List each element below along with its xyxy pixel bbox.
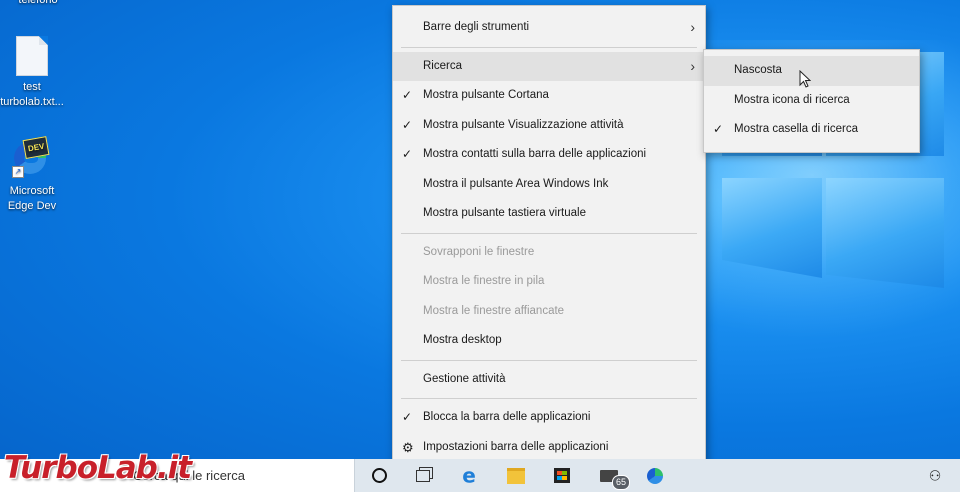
checkmark-icon: ✓: [402, 117, 413, 132]
desktop-icon-label: Microsoft Edge Dev: [7, 185, 57, 212]
desktop-icon-label: test turbolab.txt...: [0, 81, 64, 108]
desktop-icon-test-file[interactable]: test turbolab.txt...: [0, 36, 70, 110]
menu-item-show-cortana[interactable]: ✓ Mostra pulsante Cortana: [393, 81, 705, 111]
menu-separator: [401, 232, 697, 234]
watermark-part-lab: Lab: [97, 450, 158, 486]
menu-item-label: Ricerca: [423, 59, 462, 72]
mouse-cursor-icon: [799, 70, 811, 88]
menu-item-label: Mostra pulsante Cortana: [423, 89, 549, 101]
menu-item-show-people[interactable]: ✓ Mostra contatti sulla barra delle appl…: [393, 140, 705, 170]
menu-item-taskbar-settings[interactable]: ⚙ Impostazioni barra delle applicazioni: [393, 433, 705, 463]
text-file-icon: [16, 36, 48, 76]
desktop-icon-label: telefono: [18, 0, 58, 6]
submenu-item-show-search-box[interactable]: ✓ Mostra casella di ricerca: [704, 115, 919, 145]
menu-item-show-windows-ink[interactable]: Mostra il pulsante Area Windows Ink: [393, 170, 705, 200]
menu-item-label: Mostra pulsante Visualizzazione attività: [423, 118, 624, 131]
watermark-part-it: .it: [156, 450, 192, 486]
menu-item-label: Mostra casella di ricerca: [734, 123, 858, 135]
edge-dev-icon: DEV ↗: [12, 136, 52, 178]
desktop-icon-edge-dev[interactable]: DEV ↗ Microsoft Edge Dev: [0, 136, 70, 214]
menu-item-label: Impostazioni barra delle applicazioni: [423, 440, 609, 453]
search-submenu: Nascosta Mostra icona di ricerca ✓ Mostr…: [703, 49, 920, 153]
checkmark-icon: ✓: [402, 410, 413, 424]
menu-item-label: Mostra pulsante tastiera virtuale: [423, 207, 586, 219]
menu-item-lock-taskbar[interactable]: ✓ Blocca la barra delle applicazioni: [393, 403, 705, 433]
menu-separator: [401, 398, 697, 399]
menu-item-show-touch-keyboard[interactable]: Mostra pulsante tastiera virtuale: [393, 199, 705, 229]
menu-item-label: Mostra desktop: [423, 334, 502, 346]
checkmark-icon: ✓: [402, 147, 413, 161]
mail-unread-badge: 65: [612, 475, 631, 490]
menu-item-label: Sovrapponi le finestre: [423, 245, 535, 258]
menu-item-toolbars[interactable]: Barre degli strumenti ›: [393, 13, 705, 43]
store-icon[interactable]: [545, 459, 579, 492]
menu-item-show-task-view[interactable]: ✓ Mostra pulsante Visualizzazione attivi…: [393, 111, 705, 141]
menu-item-label: Barre degli strumenti: [423, 21, 530, 33]
people-icon[interactable]: ⚇: [918, 459, 952, 492]
gear-icon: ⚙: [402, 439, 414, 455]
checkmark-icon: ✓: [713, 122, 724, 136]
task-view-icon[interactable]: [406, 459, 440, 492]
menu-item-label: Mostra icona di ricerca: [734, 93, 850, 106]
menu-separator: [401, 46, 697, 48]
menu-separator: [401, 359, 697, 361]
menu-item-label: Mostra le finestre affiancate: [423, 304, 565, 317]
menu-item-stack-windows: Mostra le finestre in pila: [393, 267, 705, 297]
chevron-right-icon: ›: [690, 57, 695, 74]
cortana-icon[interactable]: [362, 459, 396, 492]
menu-item-side-by-side: Mostra le finestre affiancate: [393, 297, 705, 327]
menu-item-cascade-windows: Sovrapponi le finestre: [393, 238, 705, 268]
edge-icon[interactable]: e: [452, 459, 486, 492]
submenu-item-hidden[interactable]: Nascosta: [704, 56, 919, 86]
menu-item-label: Gestione attività: [423, 372, 506, 385]
taskbar-context-menu: Barre degli strumenti › Ricerca › ✓ Most…: [392, 5, 706, 466]
menu-item-label: Blocca la barra delle applicazioni: [423, 411, 591, 423]
menu-item-label: Mostra le finestre in pila: [423, 275, 545, 287]
menu-item-task-manager[interactable]: Gestione attività: [393, 365, 705, 395]
edge-dev-taskbar-icon[interactable]: [638, 459, 672, 492]
submenu-item-show-search-icon[interactable]: Mostra icona di ricerca: [704, 86, 919, 116]
menu-item-label: Mostra contatti sulla barra delle applic…: [423, 148, 647, 160]
watermark-part-turbo: Turbo: [4, 450, 98, 486]
chevron-right-icon: ›: [690, 19, 695, 35]
shortcut-arrow-icon: ↗: [12, 166, 24, 178]
menu-item-label: Mostra il pulsante Area Windows Ink: [423, 177, 609, 190]
menu-item-show-desktop[interactable]: Mostra desktop: [393, 326, 705, 356]
desktop-icon-telefono[interactable]: telefono: [0, 0, 76, 8]
file-explorer-icon[interactable]: [499, 459, 533, 492]
checkmark-icon: ✓: [402, 88, 413, 102]
turbolab-watermark: TurboLab.it: [4, 450, 192, 486]
menu-item-label: Nascosta: [734, 64, 782, 76]
menu-item-search[interactable]: Ricerca ›: [393, 51, 705, 81]
